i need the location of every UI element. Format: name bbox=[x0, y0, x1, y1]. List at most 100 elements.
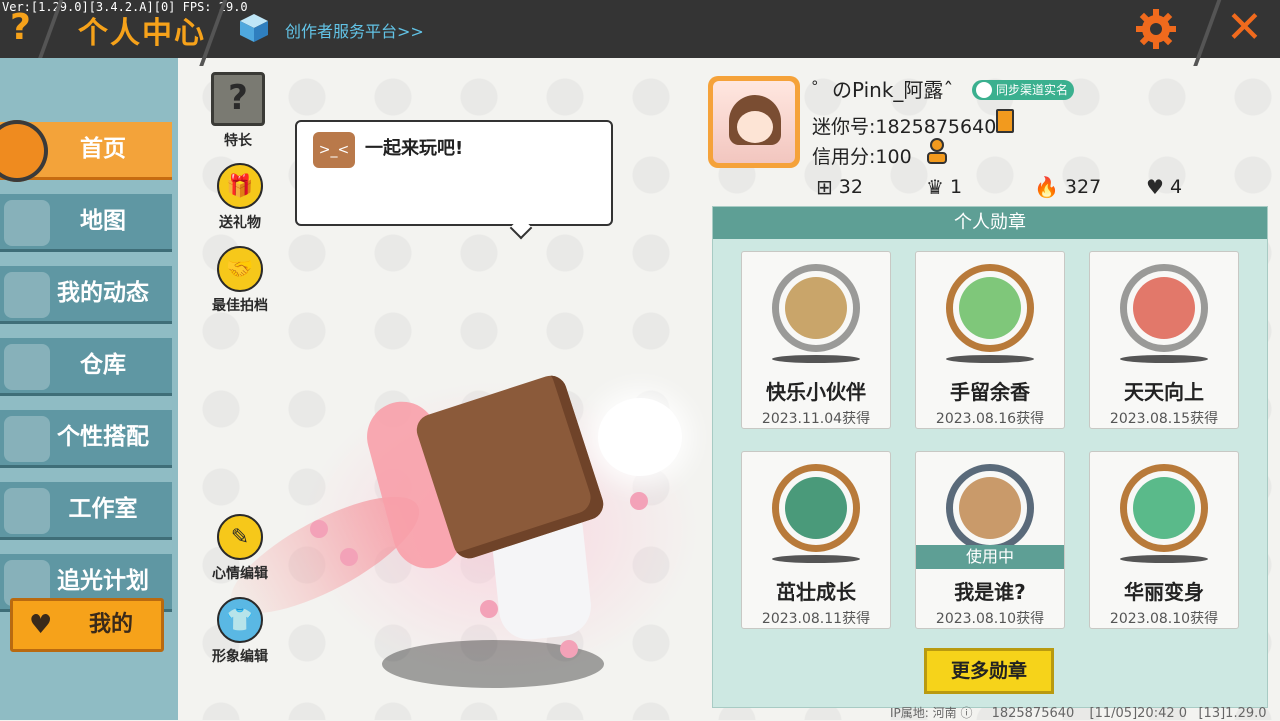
help-icon[interactable]: ? bbox=[10, 10, 31, 46]
medal-core bbox=[959, 477, 1021, 539]
nav-item-label: 地图 bbox=[80, 208, 126, 234]
handshake-icon: 🤝 bbox=[217, 246, 263, 292]
footer-timestamp: [11/05]20:42 0 bbox=[1089, 706, 1188, 721]
medal-name: 华丽变身 bbox=[1124, 580, 1204, 604]
medal-base bbox=[946, 355, 1034, 363]
gift-icon: 🎁 bbox=[217, 163, 263, 209]
specialty-button[interactable]: ? 特长 bbox=[203, 72, 273, 150]
settings-gear-icon[interactable] bbox=[1134, 7, 1178, 51]
medal-date: 2023.08.10获得 bbox=[935, 611, 1045, 627]
mood-edit-button[interactable]: ✎ 心情编辑 bbox=[205, 514, 275, 583]
realname-badge[interactable]: 同步渠道实名 bbox=[972, 80, 1075, 100]
nav-item-label: 个性搭配 bbox=[57, 424, 149, 450]
mini-id: 迷你号:1825875640 bbox=[812, 116, 997, 138]
nickname: ゜のPink_阿露ˆ bbox=[812, 78, 954, 102]
fans-stat[interactable]: ♛ 1 bbox=[926, 175, 962, 199]
creator-cube-icon[interactable] bbox=[238, 12, 270, 44]
hearts-stat[interactable]: ♥ 4 bbox=[1146, 175, 1182, 199]
medal-card[interactable]: 使用中 我是谁? 2023.08.10获得 bbox=[915, 451, 1065, 629]
best-partner-button[interactable]: 🤝 最佳拍档 bbox=[205, 246, 275, 315]
medal-card[interactable]: 茁壮成长 2023.08.11获得 bbox=[741, 451, 891, 629]
medal-panel: 个人勋章 快乐小伙伴 2023.11.04获得 手留余香 2023.08.16获… bbox=[712, 206, 1268, 708]
popularity-stat[interactable]: 🔥 327 bbox=[1034, 175, 1101, 199]
gift-label: 送礼物 bbox=[219, 215, 261, 231]
medal-base bbox=[772, 555, 860, 563]
specialty-label: 特长 bbox=[224, 133, 252, 149]
close-icon[interactable]: ✕ bbox=[1226, 4, 1263, 52]
heart-icon: ♥ bbox=[29, 610, 53, 640]
blossom bbox=[630, 492, 648, 510]
send-gift-button[interactable]: 🎁 送礼物 bbox=[205, 163, 275, 232]
medal-core bbox=[959, 277, 1021, 339]
medal-card[interactable]: 天天向上 2023.08.15获得 bbox=[1089, 251, 1239, 429]
divider bbox=[1193, 0, 1223, 66]
nav-item-home[interactable]: 首页 bbox=[0, 120, 172, 182]
medal-date: 2023.11.04获得 bbox=[761, 411, 871, 427]
nav-item-label: 仓库 bbox=[80, 352, 126, 378]
info-icon[interactable]: ⓘ bbox=[960, 706, 972, 720]
map-icon bbox=[4, 200, 50, 246]
medal-icon bbox=[946, 464, 1034, 552]
medal-name: 快乐小伙伴 bbox=[766, 380, 866, 404]
likes-count: 32 bbox=[838, 176, 863, 198]
nav-item-warehouse[interactable]: 仓库 bbox=[0, 338, 172, 396]
blossom bbox=[480, 600, 498, 618]
avatar-face bbox=[737, 111, 773, 143]
warehouse-icon bbox=[4, 344, 50, 390]
best-partner-label: 最佳拍档 bbox=[212, 298, 268, 314]
medal-icon bbox=[1120, 464, 1208, 552]
profile-avatar[interactable] bbox=[708, 76, 800, 168]
more-medals-button[interactable]: 更多勋章 bbox=[924, 648, 1054, 694]
nav-item-label: 追光计划 bbox=[57, 568, 149, 594]
medal-card[interactable]: 华丽变身 2023.08.10获得 bbox=[1089, 451, 1239, 629]
medal-name: 天天向上 bbox=[1124, 380, 1204, 404]
edit-pencil-icon: ✎ bbox=[217, 514, 263, 560]
footer-info: IP属地: 河南 ⓘ 1825875640 [11/05]20:42 0 [13… bbox=[890, 704, 1267, 721]
realname-label: 同步渠道实名 bbox=[996, 83, 1069, 97]
medal-date: 2023.08.16获得 bbox=[935, 411, 1045, 427]
medal-icon bbox=[1120, 264, 1208, 352]
nav-item-map[interactable]: 地图 bbox=[0, 194, 172, 252]
nav-item-outfit[interactable]: 个性搭配 bbox=[0, 410, 172, 468]
avatar-edit-label: 形象编辑 bbox=[212, 649, 268, 665]
medal-date: 2023.08.10获得 bbox=[1109, 611, 1219, 627]
plus-box-icon: ⊞ bbox=[816, 175, 833, 199]
medal-date: 2023.08.15获得 bbox=[1109, 411, 1219, 427]
likes-stat[interactable]: ⊞ 32 bbox=[816, 175, 863, 199]
mood-speech-bubble[interactable]: >_< 一起来玩吧! bbox=[295, 120, 613, 240]
popularity-count: 327 bbox=[1064, 176, 1102, 198]
credit-person-icon[interactable] bbox=[926, 138, 948, 164]
blossom bbox=[340, 548, 358, 566]
home-icon bbox=[0, 120, 48, 182]
medal-base bbox=[1120, 355, 1208, 363]
medal-icon bbox=[772, 464, 860, 552]
medal-core bbox=[785, 277, 847, 339]
footer-uid: 1825875640 bbox=[991, 706, 1075, 721]
creator-platform-link[interactable]: 创作者服务平台>> bbox=[285, 18, 424, 42]
medal-name: 手留余香 bbox=[950, 380, 1030, 404]
top-bar: Ver:[1.29.0][3.4.2.A][0] FPS: 29.0 ? 个人中… bbox=[0, 0, 1280, 66]
in-use-badge: 使用中 bbox=[916, 545, 1064, 569]
nav-item-label: 工作室 bbox=[68, 496, 138, 522]
medal-core bbox=[1133, 277, 1195, 339]
medal-core bbox=[1133, 477, 1195, 539]
hearts-icon: ♥ bbox=[1146, 175, 1164, 199]
nav-item-studio[interactable]: 工作室 bbox=[0, 482, 172, 540]
nav-item-label: 首页 bbox=[80, 136, 126, 162]
heart-cloud-effect bbox=[598, 398, 682, 476]
my-button[interactable]: ♥ 我的 bbox=[10, 598, 164, 652]
medal-date: 2023.08.11获得 bbox=[761, 611, 871, 627]
medal-card[interactable]: 快乐小伙伴 2023.11.04获得 bbox=[741, 251, 891, 429]
fans-count: 1 bbox=[949, 176, 963, 198]
medal-icon bbox=[772, 264, 860, 352]
medal-panel-title: 个人勋章 bbox=[713, 207, 1267, 239]
medal-card[interactable]: 手留余香 2023.08.16获得 bbox=[915, 251, 1065, 429]
hearts-count: 4 bbox=[1169, 176, 1183, 198]
medal-name: 茁壮成长 bbox=[776, 580, 856, 604]
avatar-edit-button[interactable]: 👕 形象编辑 bbox=[205, 597, 275, 666]
nav-item-my-feed[interactable]: 我的动态 bbox=[0, 266, 172, 324]
copy-icon[interactable] bbox=[996, 109, 1014, 133]
mood-edit-label: 心情编辑 bbox=[212, 566, 268, 582]
blossom bbox=[310, 520, 328, 538]
outfit-icon: 👕 bbox=[217, 597, 263, 643]
